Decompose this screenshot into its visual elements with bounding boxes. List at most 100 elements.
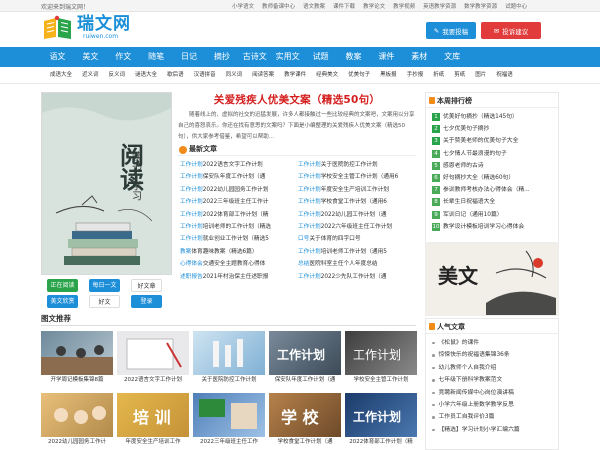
ranking-item[interactable]: 3 关于赞美老师的优美句子大全 <box>432 135 554 147</box>
kindergarten-thumbnail[interactable] <box>41 393 113 437</box>
category-tag[interactable]: 工作计划 <box>180 224 203 230</box>
latest-item[interactable]: 工作计划2022语言文字工作计划 <box>180 159 298 171</box>
good-article-button[interactable]: 好文章 <box>131 279 162 292</box>
ranking-item[interactable]: 4 七夕情人节最浪漫的句子 <box>432 148 554 160</box>
article-link[interactable]: 医院科室主任个人年度总结 <box>309 261 377 267</box>
school-thumbnail[interactable]: 学 校 <box>269 393 341 437</box>
category-tag[interactable]: 工作计划 <box>180 212 203 218</box>
top-link[interactable]: 教师备课中心 <box>262 2 295 10</box>
work-plan-thumbnail[interactable]: 工作计划 <box>345 393 417 437</box>
nav-item[interactable]: 摘抄 <box>205 47 238 67</box>
popular-item[interactable]: 小学六年级上册数学教学反思 <box>432 399 554 411</box>
category-tag[interactable]: 心得体会 <box>180 261 203 267</box>
ranking-item[interactable]: 8 长辈生日祝福语大全 <box>432 196 554 208</box>
top-link[interactable]: 课件下载 <box>333 2 355 10</box>
tuwen-item[interactable]: 开学周记模板集锦8篇 <box>41 331 113 385</box>
classroom-thumbnail[interactable] <box>41 331 113 375</box>
tuwen-caption[interactable]: 2022语言文字工作计划 <box>117 375 189 385</box>
category-tag[interactable]: 工作计划 <box>298 187 321 193</box>
ranking-item[interactable]: 10 教学设计模板培训学习心得体会 <box>432 221 554 233</box>
top-link[interactable]: 语文教案 <box>303 2 325 10</box>
article-link[interactable]: 2021年村治保主任述职报 <box>203 274 269 280</box>
latest-item[interactable]: 工作计划2022幼儿园工作计划（通 <box>298 209 416 221</box>
ranking-item[interactable]: 1 优美好句摘抄（精选145句） <box>432 111 554 123</box>
submit-article-button[interactable]: ✎ 我要投稿 <box>426 22 476 39</box>
article-link[interactable]: 关于医院防控工作计划 <box>321 162 378 168</box>
article-link[interactable]: 培训老师的工作计划（精选 <box>203 224 271 230</box>
article-link[interactable]: 2022语言文字工作计划 <box>203 162 263 168</box>
latest-item[interactable]: 工作计划2022体育部工作计划（精 <box>180 209 298 221</box>
tuwen-item[interactable]: 培 训 年度安全生产培训工作 <box>117 393 189 447</box>
category-tag[interactable]: 工作计划 <box>180 174 203 180</box>
nav-item[interactable]: 古诗文 <box>238 47 271 67</box>
complaint-button[interactable]: ✉ 投诉建议 <box>481 22 541 39</box>
tuwen-caption[interactable]: 开学周记模板集锦8篇 <box>41 375 113 385</box>
nav-item[interactable]: 语文 <box>41 47 74 67</box>
latest-item[interactable]: 述职报告2021年村治保主任述职报 <box>180 271 298 283</box>
nav-item[interactable]: 课件 <box>370 47 403 67</box>
ranking-link[interactable]: 感恩老师的古诗 <box>443 160 484 172</box>
latest-item[interactable]: 心得体会交通安全主题教育心得体 <box>180 258 298 270</box>
subnav-item[interactable]: 歇后语 <box>162 67 189 84</box>
popular-item[interactable]: 【精选】学习计划小学汇编六篇 <box>432 424 554 436</box>
tuwen-caption[interactable]: 学校安全主管工作计划 <box>345 375 417 385</box>
latest-item[interactable]: 工作计划2022六年级班主任工作计划 <box>298 221 416 233</box>
ranking-item[interactable]: 2 七夕优美句子摘抄 <box>432 123 554 135</box>
medical-thumbnail[interactable] <box>193 331 265 375</box>
latest-item[interactable]: 工作计划培训老师工作计划（通用5 <box>298 246 416 258</box>
tuwen-caption[interactable]: 2022幼儿园园务工作计 <box>41 437 113 447</box>
latest-item[interactable]: 总结医院科室主任个人年度总结 <box>298 258 416 270</box>
site-logo[interactable]: 瑞文网 ruiwen.com <box>41 15 131 41</box>
subnav-item[interactable]: 祝福语 <box>491 67 518 84</box>
tuwen-item[interactable]: 2022三年级班主任工作 <box>193 393 265 447</box>
tuwen-caption[interactable]: 关于医院防控工作计划 <box>193 375 265 385</box>
popular-item[interactable]: 七年级下册科学教案范文 <box>432 374 554 386</box>
good-text-button[interactable]: 好文 <box>89 295 120 308</box>
training-thumbnail[interactable]: 培 训 <box>117 393 189 437</box>
latest-item[interactable]: 工作计划学校食堂工作计划（通用6 <box>298 196 416 208</box>
latest-item[interactable]: 工作计划培训老师的工作计划（精选 <box>180 221 298 233</box>
appreciate-button[interactable]: 美文欣赏 <box>47 295 78 308</box>
work-plan-thumbnail[interactable]: 工作计划 <box>269 331 341 375</box>
category-tag[interactable]: 工作计划 <box>298 274 321 280</box>
teacher-thumbnail[interactable] <box>193 393 265 437</box>
tuwen-caption[interactable]: 2022三年级班主任工作 <box>193 437 265 447</box>
nav-item[interactable]: 美文 <box>74 47 107 67</box>
tuwen-caption[interactable]: 年度安全生产培训工作 <box>117 437 189 447</box>
top-link[interactable]: 英语教学资源 <box>423 2 456 10</box>
category-tag[interactable]: 工作计划 <box>180 236 203 242</box>
latest-item[interactable]: 工作计划2022少先队工作计划（通 <box>298 271 416 283</box>
category-tag[interactable]: 工作计划 <box>180 187 203 193</box>
tuwen-caption[interactable]: 2022体育部工作计划（精 <box>345 437 417 447</box>
ranking-link[interactable]: 七夕情人节最浪漫的句子 <box>443 148 507 160</box>
article-link[interactable]: 2022六年级班主任工作计划 <box>321 224 392 230</box>
ranking-link[interactable]: 优美好句摘抄（精选145句） <box>443 111 518 123</box>
top-link[interactable]: 教学论文 <box>363 2 385 10</box>
popular-item[interactable]: 工作员工自我评价3篇 <box>432 411 554 423</box>
category-tag[interactable]: 工作计划 <box>180 162 203 168</box>
latest-item[interactable]: 工作计划学校安全主管工作计划（通用6 <box>298 171 416 183</box>
nav-item[interactable]: 试题 <box>304 47 337 67</box>
popular-item[interactable]: 《松鼠》的课件 <box>432 337 554 349</box>
tuwen-item[interactable]: 关于医院防控工作计划 <box>193 331 265 385</box>
tuwen-item[interactable]: 2022幼儿园园务工作计 <box>41 393 113 447</box>
subnav-item[interactable]: 折纸 <box>428 67 449 84</box>
latest-item[interactable]: 工作计划关于医院防控工作计划 <box>298 159 416 171</box>
featured-banner-image[interactable]: 读书 · 学习 阅读 <box>41 92 172 275</box>
top-link[interactable]: 试题中心 <box>505 2 527 10</box>
category-tag[interactable]: 工作计划 <box>298 162 321 168</box>
subnav-item[interactable]: 教学课件 <box>279 67 311 84</box>
subnav-item[interactable]: 手抄报 <box>402 67 429 84</box>
top-link[interactable]: 数学教学资源 <box>464 2 497 10</box>
article-link[interactable]: 学校安全主管工作计划（通用6 <box>321 174 399 180</box>
nav-item[interactable]: 教案 <box>337 47 370 67</box>
nav-item[interactable]: 文库 <box>436 47 469 67</box>
subnav-item[interactable]: 近义词 <box>77 67 104 84</box>
category-tag[interactable]: 教案 <box>180 249 191 255</box>
nav-item[interactable]: 实用文 <box>271 47 304 67</box>
article-link[interactable]: 关于体育的四字口号 <box>309 236 360 242</box>
subnav-item[interactable]: 阅读答案 <box>247 67 279 84</box>
latest-item[interactable]: 工作计划2022三年级班主任工作计 <box>180 196 298 208</box>
nav-item[interactable]: 作文 <box>107 47 140 67</box>
category-tag[interactable]: 工作计划 <box>180 199 203 205</box>
